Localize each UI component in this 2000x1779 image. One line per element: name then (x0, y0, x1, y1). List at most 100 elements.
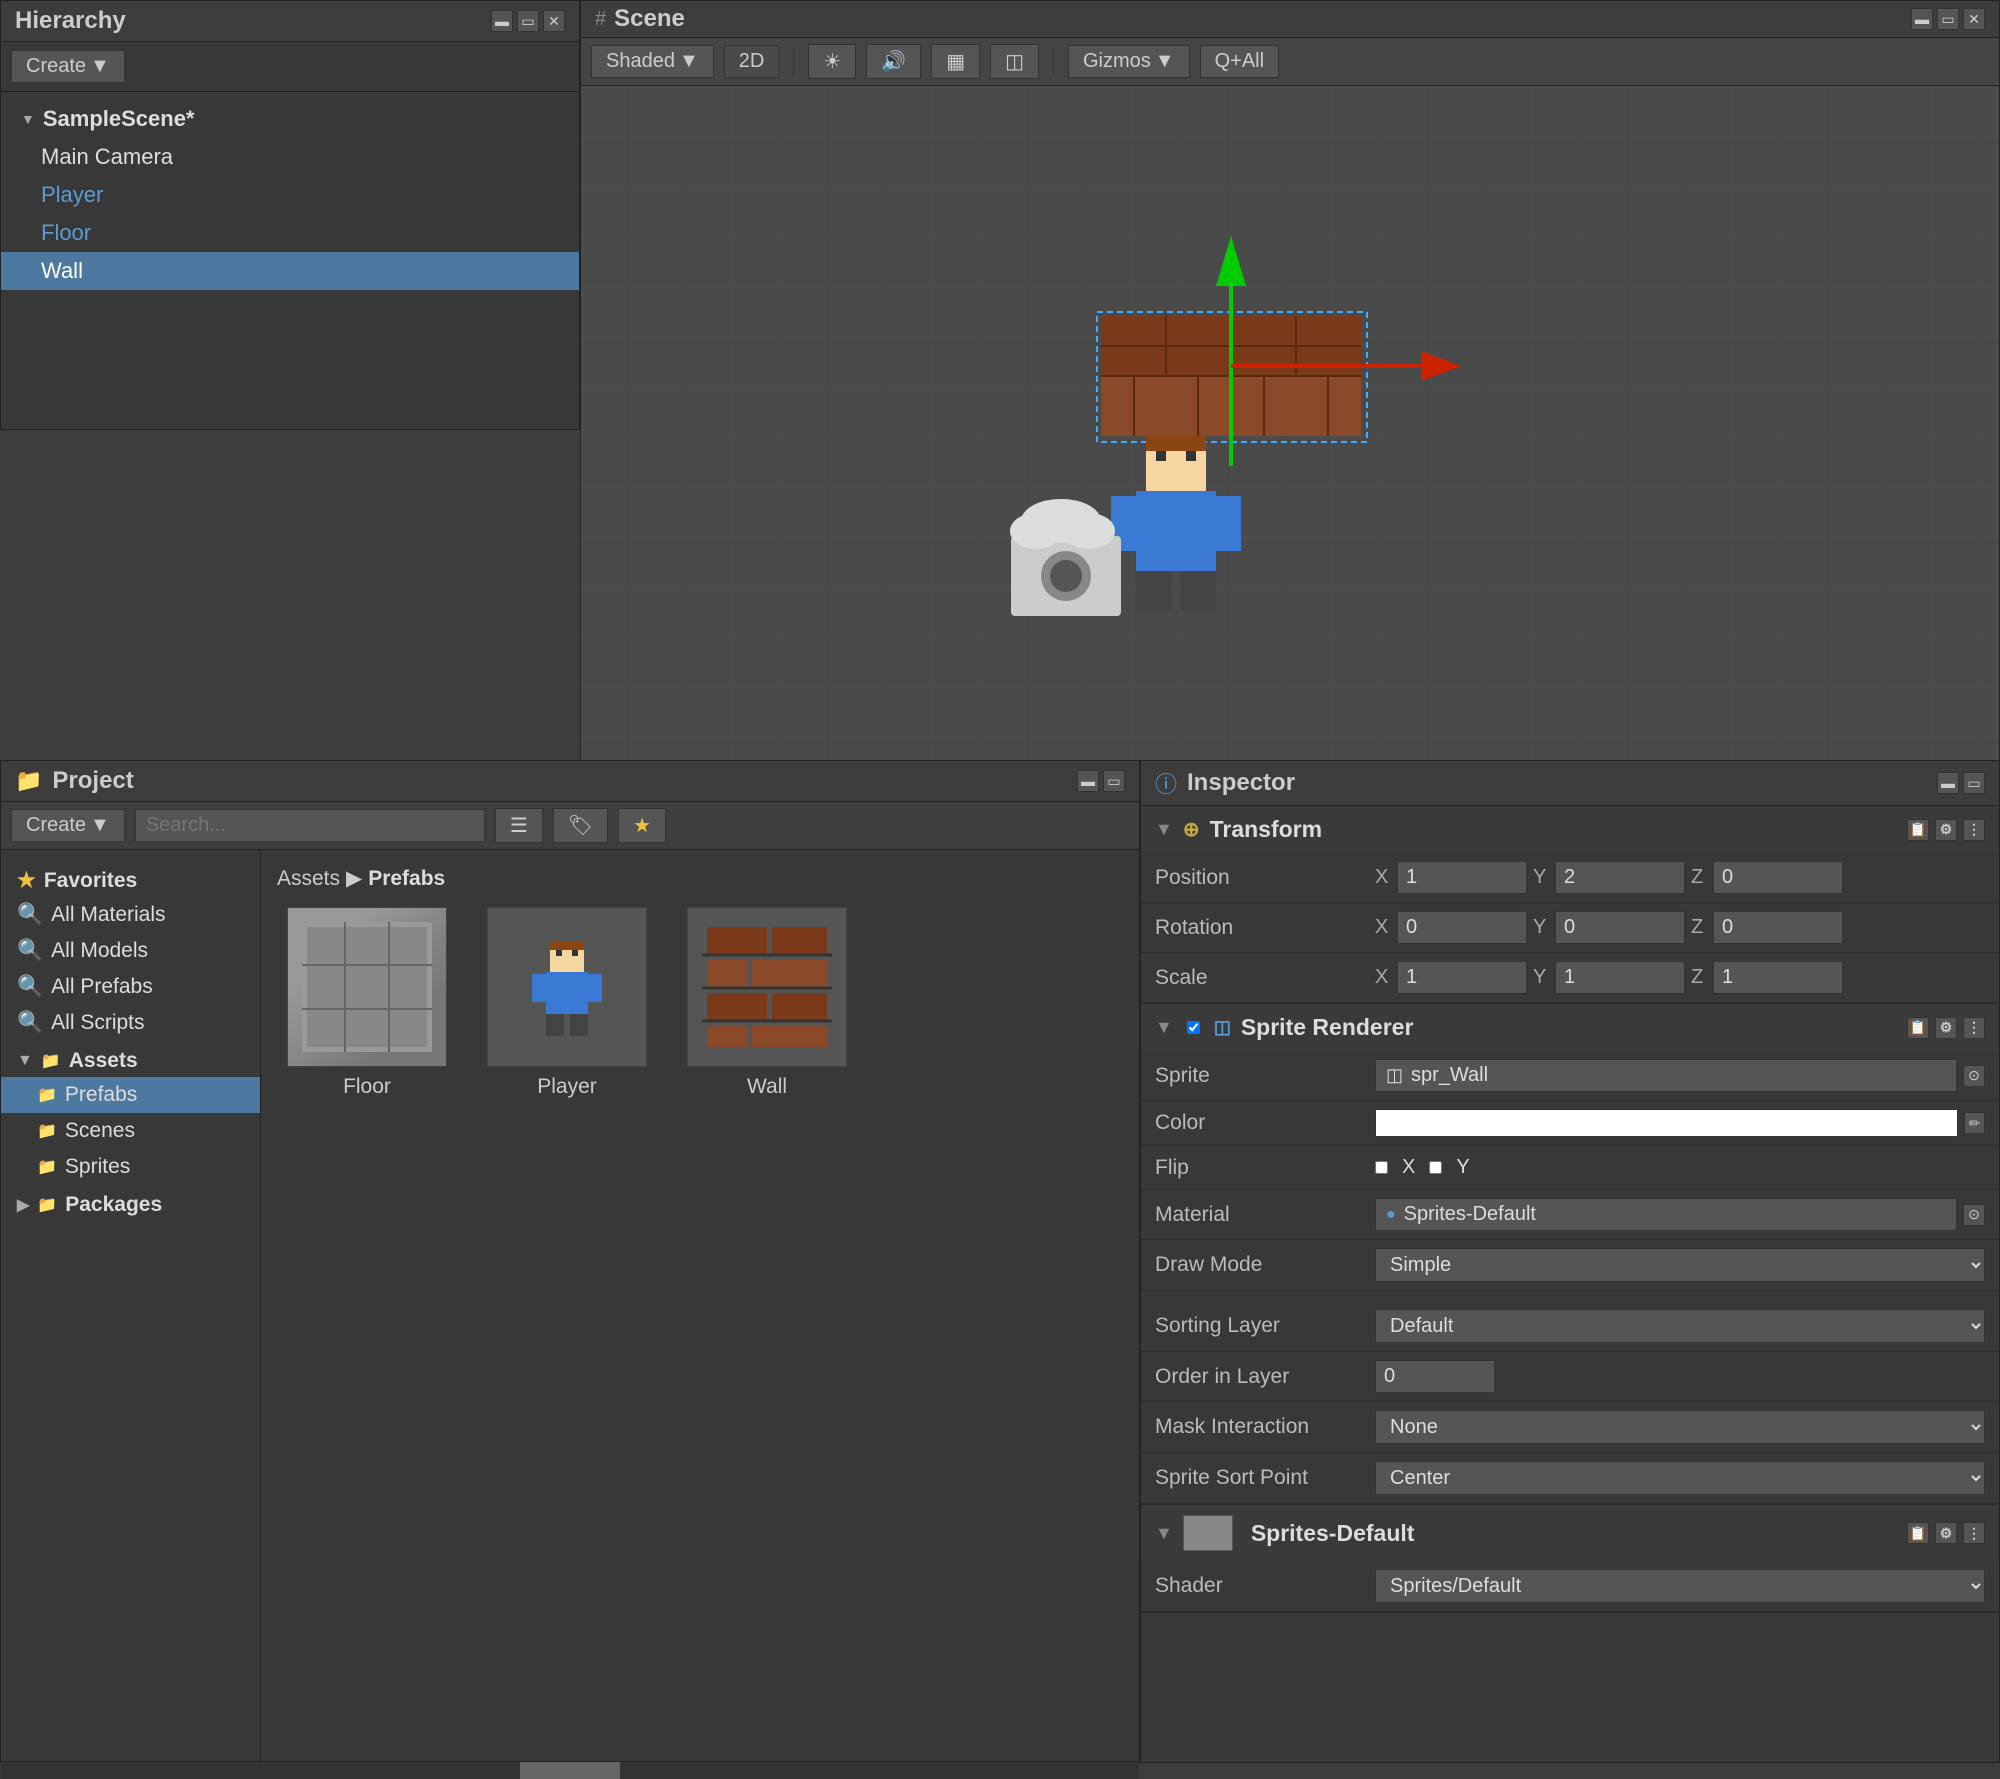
scrollbar-thumb[interactable] (520, 1762, 620, 1779)
asset-item-wall[interactable]: Wall (677, 907, 857, 1099)
project-maximize-btn[interactable]: ▭ (1103, 770, 1125, 792)
draw-mode-select[interactable]: Simple Sliced Tiled (1375, 1248, 1985, 1282)
sidebar-item-all-scripts[interactable]: 🔍 All Scripts (1, 1005, 260, 1041)
material-select-btn[interactable]: ⊙ (1963, 1204, 1985, 1226)
transform-settings-btn[interactable]: ⚙ (1935, 819, 1957, 841)
rotation-x-input[interactable] (1397, 911, 1527, 944)
mat-gear-btn[interactable]: ⋮ (1963, 1522, 1985, 1544)
flip-x-checkbox[interactable] (1375, 1161, 1388, 1174)
sr-settings-btn[interactable]: ⚙ (1935, 1017, 1957, 1039)
hierarchy-minimize-btn[interactable]: ▬ (491, 10, 513, 32)
breadcrumb-current: Prefabs (368, 867, 445, 891)
gizmos-button[interactable]: Gizmos ▼ (1068, 45, 1190, 78)
sprite-renderer-toggle-icon: ▼ (1155, 1017, 1173, 1038)
project-content: ★ Favorites 🔍 All Materials 🔍 All Models… (1, 850, 1139, 1761)
transform-gear-btn[interactable]: ⋮ (1963, 819, 1985, 841)
sidebar-item-scenes[interactable]: 📁 Scenes (1, 1113, 260, 1149)
inspector-minimize-btn[interactable]: ▬ (1937, 772, 1959, 794)
inspector-maximize-btn[interactable]: ▭ (1963, 772, 1985, 794)
scale-y-group: Y (1533, 961, 1685, 994)
search-scene-button[interactable]: Q+All (1200, 45, 1279, 78)
packages-section-header[interactable]: ▶ 📁 Packages (1, 1185, 260, 1221)
scale-x-group: X (1375, 961, 1527, 994)
sorting-layer-select[interactable]: Default (1375, 1309, 1985, 1343)
assets-section-header[interactable]: ▼ 📁 Assets (1, 1041, 260, 1077)
sr-copy-btn[interactable]: 📋 (1907, 1017, 1929, 1039)
hierarchy-panel: Hierarchy ▬ ▭ ✕ Create ▼ ▼ SampleScene* … (0, 0, 580, 430)
audio-button[interactable]: 🔊 (866, 44, 921, 79)
position-x-input[interactable] (1397, 861, 1527, 894)
hierarchy-close-btn[interactable]: ✕ (543, 10, 565, 32)
flip-row: Flip X Y (1141, 1146, 1999, 1190)
draw-mode-label: Draw Mode (1155, 1253, 1375, 1277)
shader-select[interactable]: Sprites/Default (1375, 1569, 1985, 1603)
scale-y-input[interactable] (1555, 961, 1685, 994)
search-icon-2: 🔍 (17, 939, 43, 963)
sprites-default-section: ▼ Sprites-Default 📋 ⚙ ⋮ Shader Sprites/D… (1141, 1505, 1999, 1613)
transform-copy-btn[interactable]: 📋 (1907, 819, 1929, 841)
overlay-button[interactable]: ◫ (990, 44, 1039, 79)
sidebar-item-all-materials[interactable]: 🔍 All Materials (1, 897, 260, 933)
asset-item-floor[interactable]: Floor (277, 907, 457, 1099)
sidebar-item-prefabs[interactable]: 📁 Prefabs (1, 1077, 260, 1113)
color-picker[interactable] (1375, 1109, 1958, 1137)
scale-z-input[interactable] (1713, 961, 1843, 994)
project-minimize-btn[interactable]: ▬ (1077, 770, 1099, 792)
hierarchy-item-player[interactable]: Player (1, 176, 579, 214)
position-z-input[interactable] (1713, 861, 1843, 894)
hierarchy-create-button[interactable]: Create ▼ (11, 50, 125, 83)
favorites-toggle-button[interactable]: ☰ (495, 808, 543, 843)
star-button[interactable]: ★ (618, 808, 666, 843)
position-y-input[interactable] (1555, 861, 1685, 894)
asset-item-player[interactable]: Player (477, 907, 657, 1099)
hierarchy-maximize-btn[interactable]: ▭ (517, 10, 539, 32)
sprite-renderer-header[interactable]: ▼ ◫ Sprite Renderer 📋 ⚙ ⋮ (1141, 1004, 1999, 1051)
rotation-row: Rotation X Y Z (1141, 903, 1999, 953)
sprites-default-header[interactable]: ▼ Sprites-Default 📋 ⚙ ⋮ (1141, 1505, 1999, 1561)
scene-viewport[interactable] (581, 86, 1999, 766)
scale-z-group: Z (1691, 961, 1843, 994)
create-dropdown-icon: ▼ (90, 814, 110, 837)
color-eyedropper-btn[interactable]: ✏ (1964, 1112, 1985, 1134)
hierarchy-item-maincamera[interactable]: Main Camera (1, 138, 579, 176)
mask-interaction-select[interactable]: None Visible Inside Mask Visible Outside… (1375, 1410, 1985, 1444)
tag-button[interactable]: 🏷 (553, 808, 608, 843)
sidebar-item-sprites[interactable]: 📁 Sprites (1, 1149, 260, 1185)
mat-copy-btn[interactable]: 📋 (1907, 1522, 1929, 1544)
order-in-layer-label: Order in Layer (1155, 1365, 1375, 1389)
project-horizontal-scrollbar[interactable] (1, 1761, 1139, 1779)
rotation-z-input[interactable] (1713, 911, 1843, 944)
sidebar-item-all-models[interactable]: 🔍 All Models (1, 933, 260, 969)
sprite-renderer-enabled-checkbox[interactable] (1187, 1021, 1200, 1034)
project-search-input[interactable] (135, 809, 485, 842)
scale-x-input[interactable] (1397, 961, 1527, 994)
position-label: Position (1155, 866, 1375, 890)
scene-maximize-btn[interactable]: ▭ (1937, 8, 1959, 30)
favorites-section-header[interactable]: ★ Favorites (1, 860, 260, 897)
sun-icon: ☀ (823, 49, 841, 74)
flip-y-checkbox[interactable] (1429, 1161, 1442, 1174)
draw-mode-row: Draw Mode Simple Sliced Tiled (1141, 1240, 1999, 1291)
order-in-layer-input[interactable] (1375, 1360, 1495, 1393)
sr-gear-btn[interactable]: ⋮ (1963, 1017, 1985, 1039)
scene-minimize-btn[interactable]: ▬ (1911, 8, 1933, 30)
hierarchy-item-label: Wall (41, 258, 83, 284)
sprite-select-btn[interactable]: ⊙ (1963, 1065, 1985, 1087)
rotation-y-input[interactable] (1555, 911, 1685, 944)
2d-mode-button[interactable]: 2D (724, 45, 780, 78)
sprite-sort-point-select[interactable]: Center Pivot (1375, 1461, 1985, 1495)
sidebar-item-all-prefabs[interactable]: 🔍 All Prefabs (1, 969, 260, 1005)
shading-mode-button[interactable]: Shaded ▼ (591, 45, 714, 78)
scene-close-btn[interactable]: ✕ (1963, 8, 1985, 30)
hierarchy-item-floor[interactable]: Floor (1, 214, 579, 252)
project-create-button[interactable]: Create ▼ (11, 809, 125, 842)
search-icon: 🔍 (17, 903, 43, 927)
floor-asset-label: Floor (343, 1075, 391, 1099)
lighting-button[interactable]: ☀ (808, 44, 856, 79)
color-field-label: Color (1155, 1111, 1375, 1135)
hierarchy-item-wall[interactable]: Wall (1, 252, 579, 290)
transform-header[interactable]: ▼ ⊕ Transform 📋 ⚙ ⋮ (1141, 806, 1999, 853)
effects-button[interactable]: ▦ (931, 44, 980, 79)
hierarchy-scene-root[interactable]: ▼ SampleScene* (1, 100, 579, 138)
mat-settings-btn[interactable]: ⚙ (1935, 1522, 1957, 1544)
